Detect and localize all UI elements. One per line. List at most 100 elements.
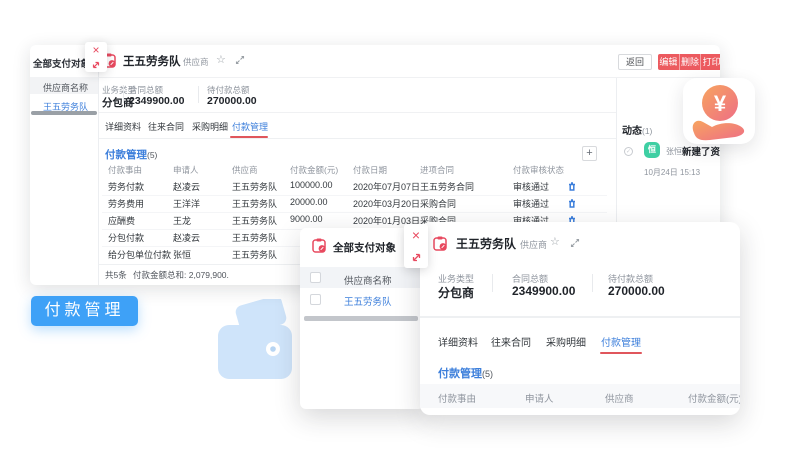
expand-icon[interactable] [570, 238, 580, 248]
date-cell: 2020年07月07日 [353, 180, 420, 193]
expand-diagonal-icon[interactable] [411, 252, 422, 263]
amount-cell: 20000.00 [290, 197, 328, 207]
stat-divider [492, 274, 493, 292]
tab-contracts[interactable]: 往来合同 [148, 120, 184, 133]
supplier-link[interactable]: 王五劳务队 [232, 180, 277, 193]
payment-reason-link[interactable]: 劳务付款 [108, 180, 144, 193]
col-header-supplier: 供应商 [232, 164, 258, 176]
print-button[interactable]: 打印 [700, 54, 720, 70]
stat-divider [123, 86, 124, 103]
supplier-link[interactable]: 王五劳务队 [232, 248, 277, 261]
tabbar-border [99, 138, 616, 139]
status-cell: 审核通过 [513, 180, 549, 193]
tab-purchase-detail[interactable]: 采购明细 [192, 120, 228, 133]
activity-title: 动态 [622, 126, 642, 137]
col-header-status: 付款审核状态 [513, 164, 564, 176]
section-count: (5) [147, 150, 157, 160]
delete-icon[interactable] [568, 199, 576, 208]
supplier-row-link[interactable]: 王五劳务队 [344, 294, 392, 308]
tab-payment-management[interactable]: 付款管理 [232, 120, 268, 133]
activity-action: 新建了资料 [682, 144, 720, 158]
edit-button[interactable]: 编辑 [658, 54, 679, 70]
star-icon[interactable]: ☆ [550, 235, 560, 248]
delete-icon[interactable] [568, 182, 576, 191]
payment-reason-link[interactable]: 给分包单位付款 [108, 248, 171, 261]
col-header-reason: 付款事由 [108, 164, 142, 176]
wallet-icon [218, 299, 294, 388]
applicant-cell: 王洋洋 [173, 197, 200, 210]
action-button-group: 编辑 删除 打印 [658, 54, 720, 70]
applicant-cell: 赵凌云 [173, 180, 200, 193]
back-button[interactable]: 返回 [618, 54, 652, 70]
stat-divider [592, 274, 593, 292]
record-clipboard-icon [312, 238, 327, 253]
row-count: 共5条 [105, 269, 127, 281]
contract-link[interactable]: 王五劳务合同 [420, 180, 474, 193]
supplier-link[interactable]: 王五劳务队 [232, 231, 277, 244]
expand-diagonal-icon[interactable] [91, 60, 101, 70]
supplier-link[interactable]: 王五劳务队 [232, 197, 277, 210]
col-header-contract: 进项合同 [420, 164, 454, 176]
header-divider [99, 77, 720, 78]
tab-contracts[interactable]: 往来合同 [491, 334, 531, 349]
amount-cell: 100000.00 [290, 180, 333, 190]
applicant-cell: 王龙 [173, 214, 191, 227]
supplier-detail-card: 王五劳务队 供应商 ☆ 业务类型 分包商 合同总额 2349900.00 待付款… [420, 222, 740, 415]
popup-window-controls: × [404, 224, 428, 268]
col-header-reason: 付款事由 [438, 391, 476, 405]
activity-time: 10月24日 15:13 [644, 167, 700, 178]
section-divider [99, 112, 616, 113]
col-header-amount: 付款金额(元) [688, 391, 740, 405]
yuan-symbol: ¥ [714, 91, 727, 116]
active-tab-underline [230, 136, 268, 138]
expand-icon[interactable] [235, 55, 245, 65]
payee-list-panel: 全部支付对象 供应商名称 王五劳务队 [30, 45, 99, 285]
date-cell: 2020年03月20日 [353, 197, 420, 210]
select-all-checkbox[interactable] [310, 272, 321, 283]
section-title: 付款管理 [105, 149, 147, 161]
screenshot-canvas: 全部支付对象 供应商名称 王五劳务队 王五劳务队 供应商 ☆ 返回 编辑 删除 … [0, 0, 792, 459]
tab-purchase-detail[interactable]: 采购明细 [546, 334, 586, 349]
tab-detail-info[interactable]: 详细资料 [105, 120, 141, 133]
row-checkbox[interactable] [310, 294, 321, 305]
supplier-name-column: 供应商名称 [344, 273, 392, 287]
stat-divider [198, 86, 199, 103]
stat-value: 2349900.00 [512, 284, 575, 298]
tab-payment-management[interactable]: 付款管理 [601, 334, 641, 349]
applicant-cell: 张恒 [173, 248, 191, 261]
card-title: 王五劳务队 [456, 235, 516, 252]
col-header-date: 付款日期 [353, 164, 387, 176]
section-title: 付款管理 [438, 368, 482, 380]
payment-reason-link[interactable]: 劳务费用 [108, 197, 144, 210]
avatar: 恒 [644, 142, 660, 158]
contract-link[interactable]: 采购合同 [420, 197, 456, 210]
payment-reason-link[interactable]: 分包付款 [108, 231, 144, 244]
applicant-cell: 赵凌云 [173, 231, 200, 244]
col-header-applicant: 申请人 [525, 391, 554, 405]
supplier-link[interactable]: 王五劳务队 [232, 214, 277, 227]
payee-list-title: 全部支付对象 [33, 56, 90, 70]
col-header-applicant: 申请人 [173, 164, 199, 176]
stat-value: 270000.00 [608, 284, 665, 298]
row-divider [102, 195, 607, 196]
feature-label-badge: 付款管理 [31, 296, 138, 326]
star-icon[interactable]: ☆ [216, 53, 226, 66]
delete-button[interactable]: 删除 [679, 54, 701, 70]
activity-count: (1) [642, 126, 652, 136]
payment-feature-icon-card: ¥ [683, 78, 755, 144]
tab-detail-info[interactable]: 详细资料 [438, 334, 478, 349]
status-cell: 审核通过 [513, 197, 549, 210]
horizontal-scrollbar[interactable] [31, 111, 97, 115]
page-title: 王五劳务队 [123, 53, 181, 69]
yuan-hand-icon: ¥ [683, 78, 755, 144]
col-header-amount: 付款金额(元) [290, 164, 338, 176]
close-icon[interactable]: × [412, 229, 420, 241]
add-payment-button[interactable]: + [582, 146, 597, 161]
close-icon[interactable]: × [92, 44, 99, 56]
payee-list-header: 供应商名称 [30, 77, 98, 94]
record-clipboard-icon [433, 236, 448, 251]
horizontal-scrollbar[interactable] [304, 316, 418, 321]
amount-total: 付款金额总和: 2,079,900. [133, 269, 229, 281]
payment-reason-link[interactable]: 应酬费 [108, 214, 135, 227]
active-tab-underline [600, 352, 642, 354]
